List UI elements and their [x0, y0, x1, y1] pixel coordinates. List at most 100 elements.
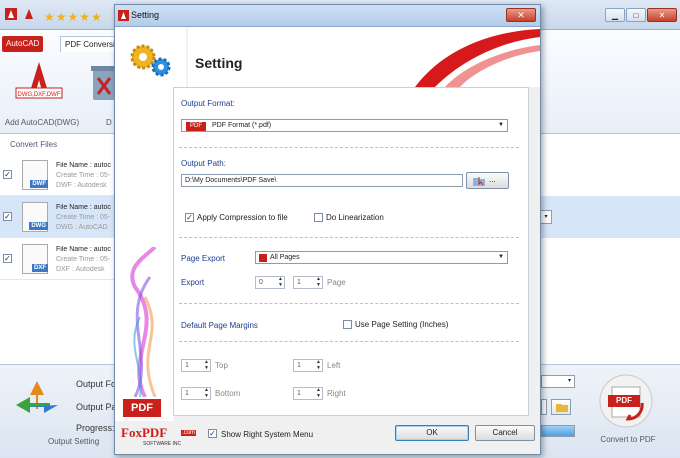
dialog-title: Setting: [131, 10, 160, 20]
rating-stars[interactable]: ★★★★★: [44, 10, 103, 24]
chevron-down-icon: ▼: [498, 254, 504, 260]
apply-compression-checkbox[interactable]: ✓: [185, 213, 194, 222]
dialog-close-button[interactable]: ✕: [506, 8, 536, 22]
side-pdf-label: PDF: [123, 399, 161, 417]
convert-to-pdf-label: Convert to PDF: [600, 435, 656, 444]
divider: [179, 303, 519, 304]
output-path-input[interactable]: D:\My Documents\PDF Save\: [181, 174, 463, 187]
dxf-file-icon: DXF: [22, 244, 48, 274]
convert-files-header: Convert Files: [10, 140, 58, 149]
output-format-value: PDF Format (*.pdf): [212, 122, 272, 129]
dialog-side-art: [115, 87, 173, 421]
file-checkbox[interactable]: ✓: [3, 170, 12, 179]
output-path-field[interactable]: [541, 399, 547, 415]
file-checkbox[interactable]: ✓: [3, 212, 12, 221]
output-format-dropdown[interactable]: ▾: [541, 375, 575, 388]
margin-bottom-spinner[interactable]: 1 ▲ ▼: [181, 387, 211, 400]
output-setting-icon: [16, 381, 58, 413]
output-path-label: Output Path:: [181, 159, 226, 168]
app-icon: [5, 8, 17, 20]
dialog-header: Setting: [115, 27, 540, 87]
dialog-header-title: Setting: [195, 55, 243, 71]
file-row[interactable]: ✓ DXF File Name : autoc Create Time : 05…: [0, 238, 115, 280]
add-autocad-icon: DWG,DXF,DWF: [15, 62, 63, 99]
page-unit-label: Page: [327, 278, 346, 287]
logo-com: .com: [181, 430, 197, 436]
export-from-spinner[interactable]: 0 ▲ ▼: [255, 276, 285, 289]
output-path-label: Output Pa: [76, 402, 117, 412]
progress-label: Progress:: [76, 423, 115, 433]
side-swirl-art: [130, 247, 157, 397]
margin-left-spinner[interactable]: 1 ▲ ▼: [293, 359, 323, 372]
progress-bar: [541, 425, 575, 437]
pdf-icon: [25, 9, 33, 19]
folder-icon: [556, 404, 568, 412]
margin-left-label: Left: [327, 361, 341, 370]
spin-down-icon[interactable]: ▼: [316, 394, 321, 399]
page-export-select[interactable]: All Pages ▼: [255, 251, 508, 264]
file-name: File Name : autoc: [56, 246, 111, 253]
logo-text: FoxPDF: [121, 425, 168, 440]
file-row[interactable]: ✓ DWG File Name : autoc Create Time : 05…: [0, 196, 115, 238]
ok-button[interactable]: OK: [395, 425, 469, 441]
file-time: Create Time : 05-: [56, 172, 111, 179]
tab-autocad[interactable]: AutoCAD: [2, 36, 44, 52]
header-swoosh: [186, 27, 540, 87]
file-checkbox[interactable]: ✓: [3, 254, 12, 263]
dwg-file-icon: DWG: [22, 202, 48, 232]
add-autocad-label: Add AutoCAD(DWG): [4, 118, 80, 127]
foxpdf-logo: FoxPDF .com SOFTWARE INC: [119, 423, 209, 453]
output-format-select[interactable]: PDF PDF Format (*.pdf) ▼: [181, 119, 508, 132]
divider: [179, 237, 519, 238]
file-row[interactable]: ✓ DWF File Name : autoc Create Time : 05…: [0, 154, 115, 196]
browse-path-button[interactable]: ...: [466, 172, 509, 189]
dialog-title-bar: Setting ✕: [115, 5, 540, 27]
window-controls: ▁ □ ✕: [605, 8, 677, 22]
file-list-right: [537, 134, 680, 364]
margin-right-spinner[interactable]: 1 ▲ ▼: [293, 387, 323, 400]
file-name: File Name : autoc: [56, 162, 111, 169]
divider: [179, 341, 519, 342]
use-page-setting-checkbox[interactable]: [343, 320, 352, 329]
minimize-button[interactable]: ▁: [605, 8, 625, 22]
delete-button[interactable]: D: [88, 56, 116, 134]
file-name: File Name : autoc: [56, 204, 111, 211]
browse-label: ...: [489, 175, 496, 184]
selected-row-right: [537, 196, 680, 238]
spin-down-icon[interactable]: ▼: [316, 283, 321, 288]
default-margins-label: Default Page Margins: [181, 321, 258, 330]
margin-right-label: Right: [327, 389, 346, 398]
svg-text:DWG,DXF,DWF: DWG,DXF,DWF: [18, 92, 61, 98]
logo-sub: SOFTWARE INC: [143, 441, 182, 447]
pdf-format-badge: PDF: [186, 122, 206, 131]
convert-pdf-icon-text: PDF: [616, 396, 632, 405]
file-time: Create Time : 05-: [56, 214, 111, 221]
file-type: DXF : Autodesk: [56, 266, 105, 273]
maximize-button[interactable]: □: [626, 8, 646, 22]
page-export-value: All Pages: [270, 254, 300, 261]
add-autocad-button[interactable]: DWG,DXF,DWF Add AutoCAD(DWG): [4, 56, 79, 134]
dialog-app-icon: [118, 10, 129, 21]
cancel-button[interactable]: Cancel: [475, 425, 535, 441]
spin-down-icon[interactable]: ▼: [204, 366, 209, 371]
show-right-menu-checkbox[interactable]: ✓: [208, 429, 217, 438]
margin-top-spinner[interactable]: 1 ▲ ▼: [181, 359, 211, 372]
spin-down-icon[interactable]: ▼: [204, 394, 209, 399]
margin-top-label: Top: [215, 361, 228, 370]
spin-down-icon[interactable]: ▼: [278, 283, 283, 288]
row-dropdown[interactable]: ▾: [540, 210, 552, 224]
do-linearization-checkbox[interactable]: [314, 213, 323, 222]
cursor-folder-icon: [473, 177, 485, 186]
setting-dialog: Setting ✕ Setting PDF Output Format: PDF…: [114, 4, 541, 455]
page-export-label: Page Export: [181, 254, 226, 263]
pdf-page-icon: [259, 254, 267, 262]
do-linearization-label: Do Linearization: [326, 213, 384, 222]
convert-to-pdf-button[interactable]: PDF Convert to PDF: [586, 371, 670, 445]
delete-label: D: [106, 118, 112, 127]
spin-down-icon[interactable]: ▼: [316, 366, 321, 371]
margin-bottom-label: Bottom: [215, 389, 241, 398]
browse-folder-button[interactable]: [551, 399, 571, 415]
divider: [179, 147, 519, 148]
export-to-spinner[interactable]: 1 ▲ ▼: [293, 276, 323, 289]
close-button[interactable]: ✕: [647, 8, 677, 22]
